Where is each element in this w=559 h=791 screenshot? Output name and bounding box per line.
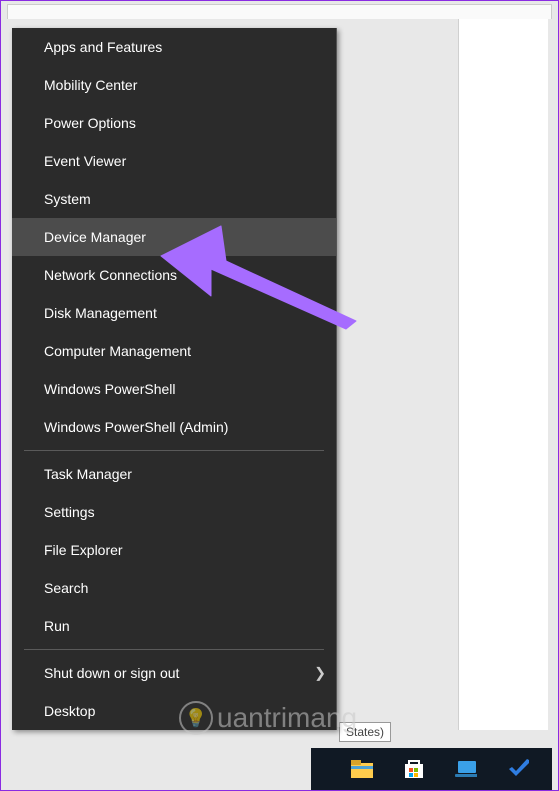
menu-search[interactable]: Search: [12, 569, 336, 607]
taskbar-checkmark-icon[interactable]: [507, 758, 529, 780]
menu-shutdown-signout[interactable]: Shut down or sign out ❯: [12, 654, 336, 692]
menu-apps-and-features[interactable]: Apps and Features: [12, 28, 336, 66]
menu-item-label: Event Viewer: [44, 153, 126, 169]
menu-item-label: Run: [44, 618, 70, 634]
menu-item-label: Mobility Center: [44, 77, 137, 93]
taskbar-file-explorer-icon[interactable]: [351, 758, 373, 780]
language-indicator-label: States): [346, 725, 384, 739]
side-panel: [458, 19, 548, 730]
menu-task-manager[interactable]: Task Manager: [12, 455, 336, 493]
taskbar: [311, 748, 552, 790]
menu-mobility-center[interactable]: Mobility Center: [12, 66, 336, 104]
menu-network-connections[interactable]: Network Connections: [12, 256, 336, 294]
menu-settings[interactable]: Settings: [12, 493, 336, 531]
taskbar-laptop-icon[interactable]: [455, 758, 477, 780]
menu-item-label: Computer Management: [44, 343, 191, 359]
menu-item-label: Power Options: [44, 115, 136, 131]
menu-desktop[interactable]: Desktop: [12, 692, 336, 730]
menu-separator: [24, 450, 324, 451]
menu-separator: [24, 649, 324, 650]
menu-event-viewer[interactable]: Event Viewer: [12, 142, 336, 180]
menu-computer-management[interactable]: Computer Management: [12, 332, 336, 370]
chevron-right-icon: ❯: [314, 665, 326, 682]
menu-item-label: Disk Management: [44, 305, 157, 321]
menu-power-options[interactable]: Power Options: [12, 104, 336, 142]
menu-file-explorer[interactable]: File Explorer: [12, 531, 336, 569]
menu-item-label: Windows PowerShell (Admin): [44, 419, 228, 435]
menu-item-label: Task Manager: [44, 466, 132, 482]
menu-device-manager[interactable]: Device Manager: [12, 218, 336, 256]
menu-item-label: Search: [44, 580, 88, 596]
menu-item-label: File Explorer: [44, 542, 123, 558]
menu-run[interactable]: Run: [12, 607, 336, 645]
menu-windows-powershell-admin[interactable]: Windows PowerShell (Admin): [12, 408, 336, 446]
menu-item-label: Settings: [44, 504, 95, 520]
taskbar-store-icon[interactable]: [403, 758, 425, 780]
language-indicator[interactable]: States): [339, 722, 391, 742]
menu-item-label: Shut down or sign out: [44, 665, 179, 681]
window-titlebar-strip: [7, 4, 552, 20]
menu-windows-powershell[interactable]: Windows PowerShell: [12, 370, 336, 408]
menu-item-label: Windows PowerShell: [44, 381, 176, 397]
menu-item-label: Desktop: [44, 703, 95, 719]
menu-item-label: System: [44, 191, 91, 207]
menu-item-label: Device Manager: [44, 229, 146, 245]
menu-item-label: Network Connections: [44, 267, 177, 283]
menu-system[interactable]: System: [12, 180, 336, 218]
menu-disk-management[interactable]: Disk Management: [12, 294, 336, 332]
power-user-menu: Apps and Features Mobility Center Power …: [12, 28, 337, 730]
menu-item-label: Apps and Features: [44, 39, 162, 55]
